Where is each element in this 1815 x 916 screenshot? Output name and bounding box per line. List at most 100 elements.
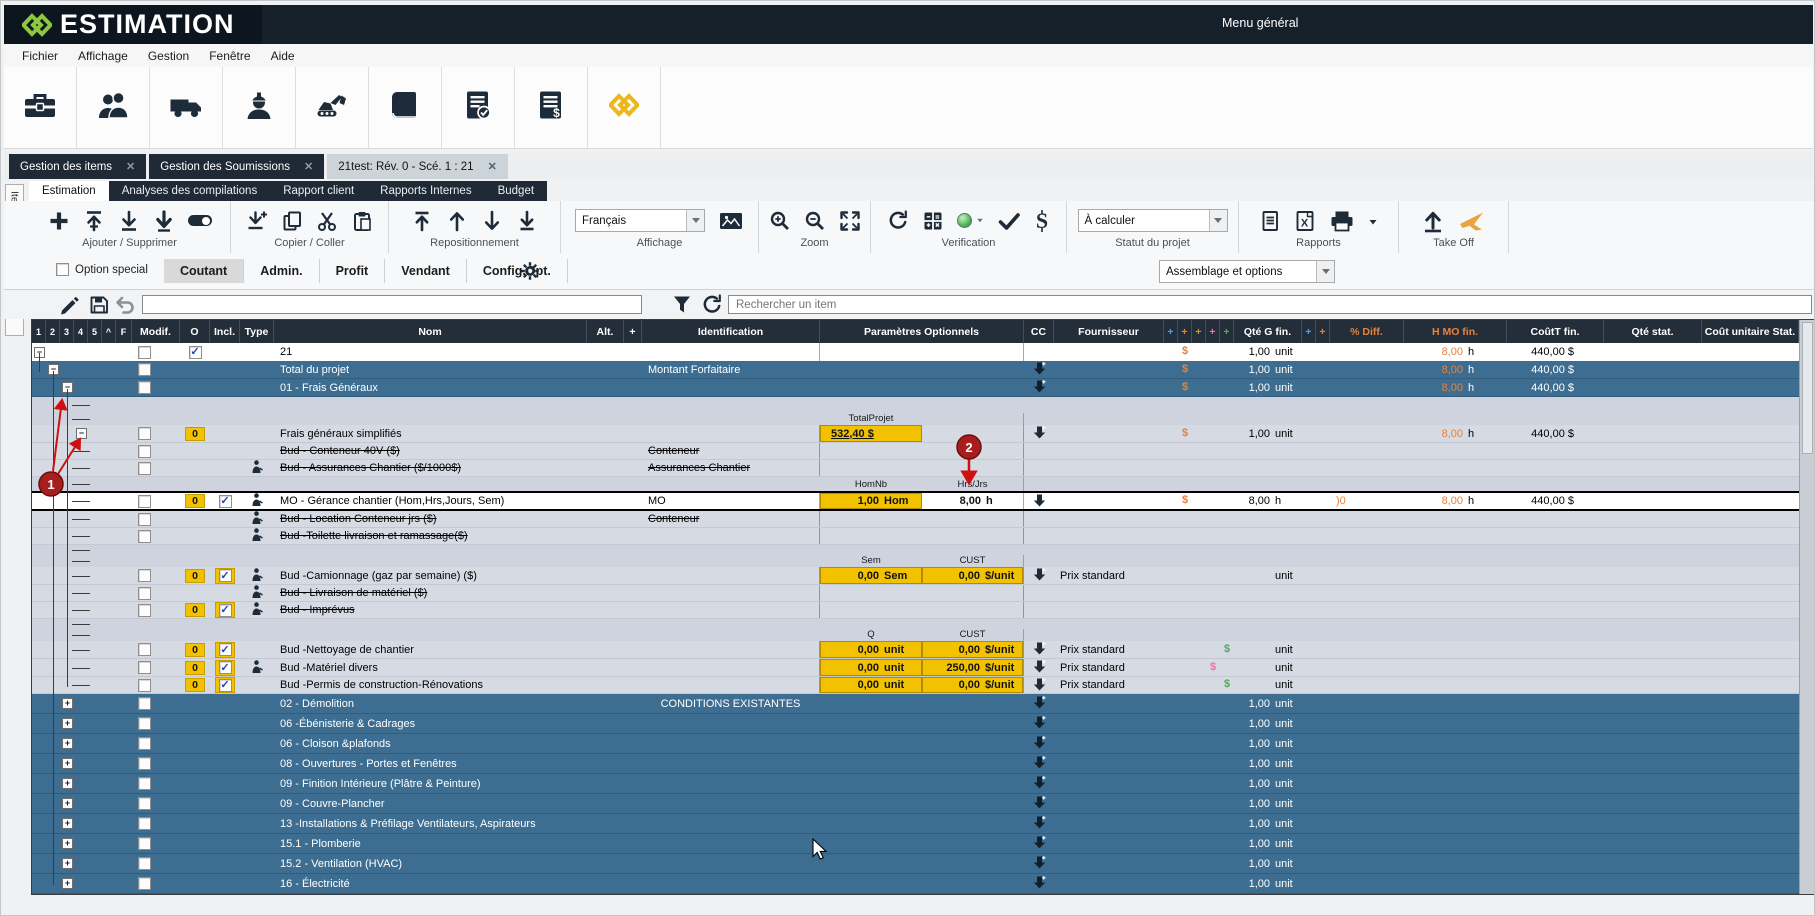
chapter-row[interactable]: +13 -Installations & Préfilage Ventilate…: [32, 814, 1799, 834]
grid-settings-button[interactable]: [519, 260, 541, 287]
tab-21test-r-v-0-sc-1-21[interactable]: 21test: Rév. 0 - Scé. 1 : 21✕: [327, 154, 508, 179]
subtab-rapport-client[interactable]: Rapport client: [270, 181, 367, 201]
dropdown-arrow-icon[interactable]: [686, 210, 704, 231]
modif-checkbox[interactable]: [138, 513, 151, 526]
column-header-o[interactable]: O: [180, 320, 210, 343]
modif-checkbox[interactable]: [138, 757, 151, 770]
column-header--[interactable]: +: [1302, 320, 1316, 343]
cc-expand-icon[interactable]: [1033, 775, 1046, 792]
column-header-qt-g-fin-[interactable]: Qté G fin.: [1234, 320, 1302, 343]
cc-expand-icon[interactable]: [1033, 677, 1046, 694]
column-header-3[interactable]: 3: [60, 320, 74, 343]
modif-checkbox[interactable]: [138, 495, 151, 508]
assemblage-dropdown-arrow[interactable]: [1316, 261, 1334, 282]
column-header-type[interactable]: Type: [240, 320, 274, 343]
modif-checkbox[interactable]: [138, 381, 151, 394]
param-cell-2[interactable]: 250,00$/unit: [922, 659, 1023, 676]
collapse-expander[interactable]: −: [76, 428, 87, 439]
search-field[interactable]: [734, 298, 1806, 312]
image-icon[interactable]: [718, 210, 744, 232]
o-checkbox-checked[interactable]: ✓: [189, 346, 202, 359]
cc-expand-icon[interactable]: [1033, 379, 1046, 396]
cc-expand-icon[interactable]: [1033, 567, 1046, 584]
option-special-box[interactable]: [56, 263, 69, 276]
menu-fentre[interactable]: Fenêtre: [199, 46, 260, 66]
chapter-row[interactable]: +09 - Couvre-Plancher1,00unit: [32, 794, 1799, 814]
column-header-nom[interactable]: Nom: [274, 320, 587, 343]
option-badge[interactable]: 0: [185, 569, 205, 583]
column-header--[interactable]: +: [1192, 320, 1206, 343]
column-header--[interactable]: ^: [102, 320, 116, 343]
expand-expander[interactable]: +: [62, 858, 73, 869]
more-caret-icon[interactable]: [1368, 210, 1378, 232]
option-badge[interactable]: 0: [185, 427, 205, 441]
table-row[interactable]: Bud - Conteneur 40V ($)Conteneur: [32, 443, 1799, 460]
tab-gestion-des-soumissions[interactable]: Gestion des Soumissions✕: [149, 154, 324, 179]
param-cell-2[interactable]: 0,00$/unit: [922, 641, 1023, 658]
excel-icon[interactable]: X: [1294, 210, 1316, 232]
table-row[interactable]: −0Frais généraux simplifiés532,40 $$1,00…: [32, 425, 1799, 443]
cc-expand-icon[interactable]: [1033, 425, 1046, 442]
option-badge[interactable]: 0: [185, 603, 205, 617]
expand-expander[interactable]: +: [62, 698, 73, 709]
modif-checkbox[interactable]: [138, 363, 151, 376]
expand-expander[interactable]: +: [62, 738, 73, 749]
column-header-5[interactable]: 5: [88, 320, 102, 343]
cc-expand-icon[interactable]: [1033, 735, 1046, 752]
copy-icon[interactable]: [281, 210, 303, 232]
column-header--[interactable]: +: [1220, 320, 1234, 343]
param-cell-1[interactable]: 0,00unit: [820, 677, 922, 693]
modif-checkbox[interactable]: [138, 817, 151, 830]
toolbar-catalog-book-button[interactable]: [369, 67, 442, 148]
toolbar-brand-gold-button[interactable]: [588, 67, 661, 148]
modif-checkbox[interactable]: [138, 777, 151, 790]
column-header-cc[interactable]: CC: [1024, 320, 1054, 343]
chapter-row[interactable]: +15.1 - Plomberie1,00unit: [32, 834, 1799, 854]
param-cell-1[interactable]: 0,00unit: [820, 659, 922, 676]
modif-checkbox[interactable]: [138, 427, 151, 440]
option-badge[interactable]: 0: [185, 643, 205, 657]
cc-expand-icon[interactable]: [1033, 715, 1046, 732]
menu-affichage[interactable]: Affichage: [68, 46, 138, 66]
column-header--diff-[interactable]: % Diff.: [1330, 320, 1404, 343]
modif-checkbox[interactable]: [138, 445, 151, 458]
menu-aide[interactable]: Aide: [261, 46, 305, 66]
menu-gestion[interactable]: Gestion: [138, 46, 199, 66]
chapter-row[interactable]: +08 - Ouvertures - Portes et Fenêtres1,0…: [32, 754, 1799, 774]
cc-expand-icon[interactable]: [1033, 795, 1046, 812]
table-row[interactable]: Bud - Location Conteneur jrs ($)Conteneu…: [32, 511, 1799, 528]
expand-expander[interactable]: +: [62, 778, 73, 789]
incl-checkbox[interactable]: ✓: [219, 569, 232, 582]
incl-checkbox[interactable]: ✓: [219, 679, 232, 692]
toolbar-worker-button[interactable]: [223, 67, 296, 148]
table-row[interactable]: Bud - Assurances Chantier ($/1000$)Assur…: [32, 460, 1799, 477]
cc-expand-icon[interactable]: [1033, 815, 1046, 832]
refresh-search-icon[interactable]: [701, 294, 723, 321]
check-icon[interactable]: [997, 210, 1021, 232]
close-icon[interactable]: ✕: [304, 160, 313, 173]
modif-checkbox[interactable]: [138, 569, 151, 582]
option-badge[interactable]: 0: [185, 494, 205, 508]
modif-checkbox[interactable]: [138, 837, 151, 850]
move-down-icon[interactable]: [481, 210, 503, 232]
modif-checkbox[interactable]: [138, 877, 151, 890]
print-icon[interactable]: [1329, 210, 1355, 232]
dollar-icon[interactable]: S: [1034, 209, 1050, 233]
table-row[interactable]: 0✓MO - Gérance chantier (Hom,Hrs,Jours, …: [32, 491, 1799, 511]
modif-checkbox[interactable]: [138, 604, 151, 617]
zoom-in-icon[interactable]: [769, 210, 791, 232]
column-header-qt-stat-[interactable]: Qté stat.: [1604, 320, 1702, 343]
option-special-checkbox[interactable]: Option special: [56, 263, 148, 276]
incl-checkbox[interactable]: ✓: [219, 604, 232, 617]
undo-icon[interactable]: [113, 294, 137, 321]
save-icon[interactable]: [88, 294, 110, 321]
column-header-incl-[interactable]: Incl.: [210, 320, 240, 343]
expand-expander[interactable]: +: [62, 798, 73, 809]
item-edit-field[interactable]: [148, 298, 636, 312]
zoom-fit-icon[interactable]: [839, 210, 861, 232]
column-header--[interactable]: +: [1316, 320, 1330, 343]
subtab-rapports-internes[interactable]: Rapports Internes: [367, 181, 484, 201]
column-header-param-tres-optionnels[interactable]: Paramètres Optionnels: [820, 320, 1024, 343]
option-badge[interactable]: 0: [185, 661, 205, 675]
cc-expand-icon[interactable]: [1033, 835, 1046, 852]
